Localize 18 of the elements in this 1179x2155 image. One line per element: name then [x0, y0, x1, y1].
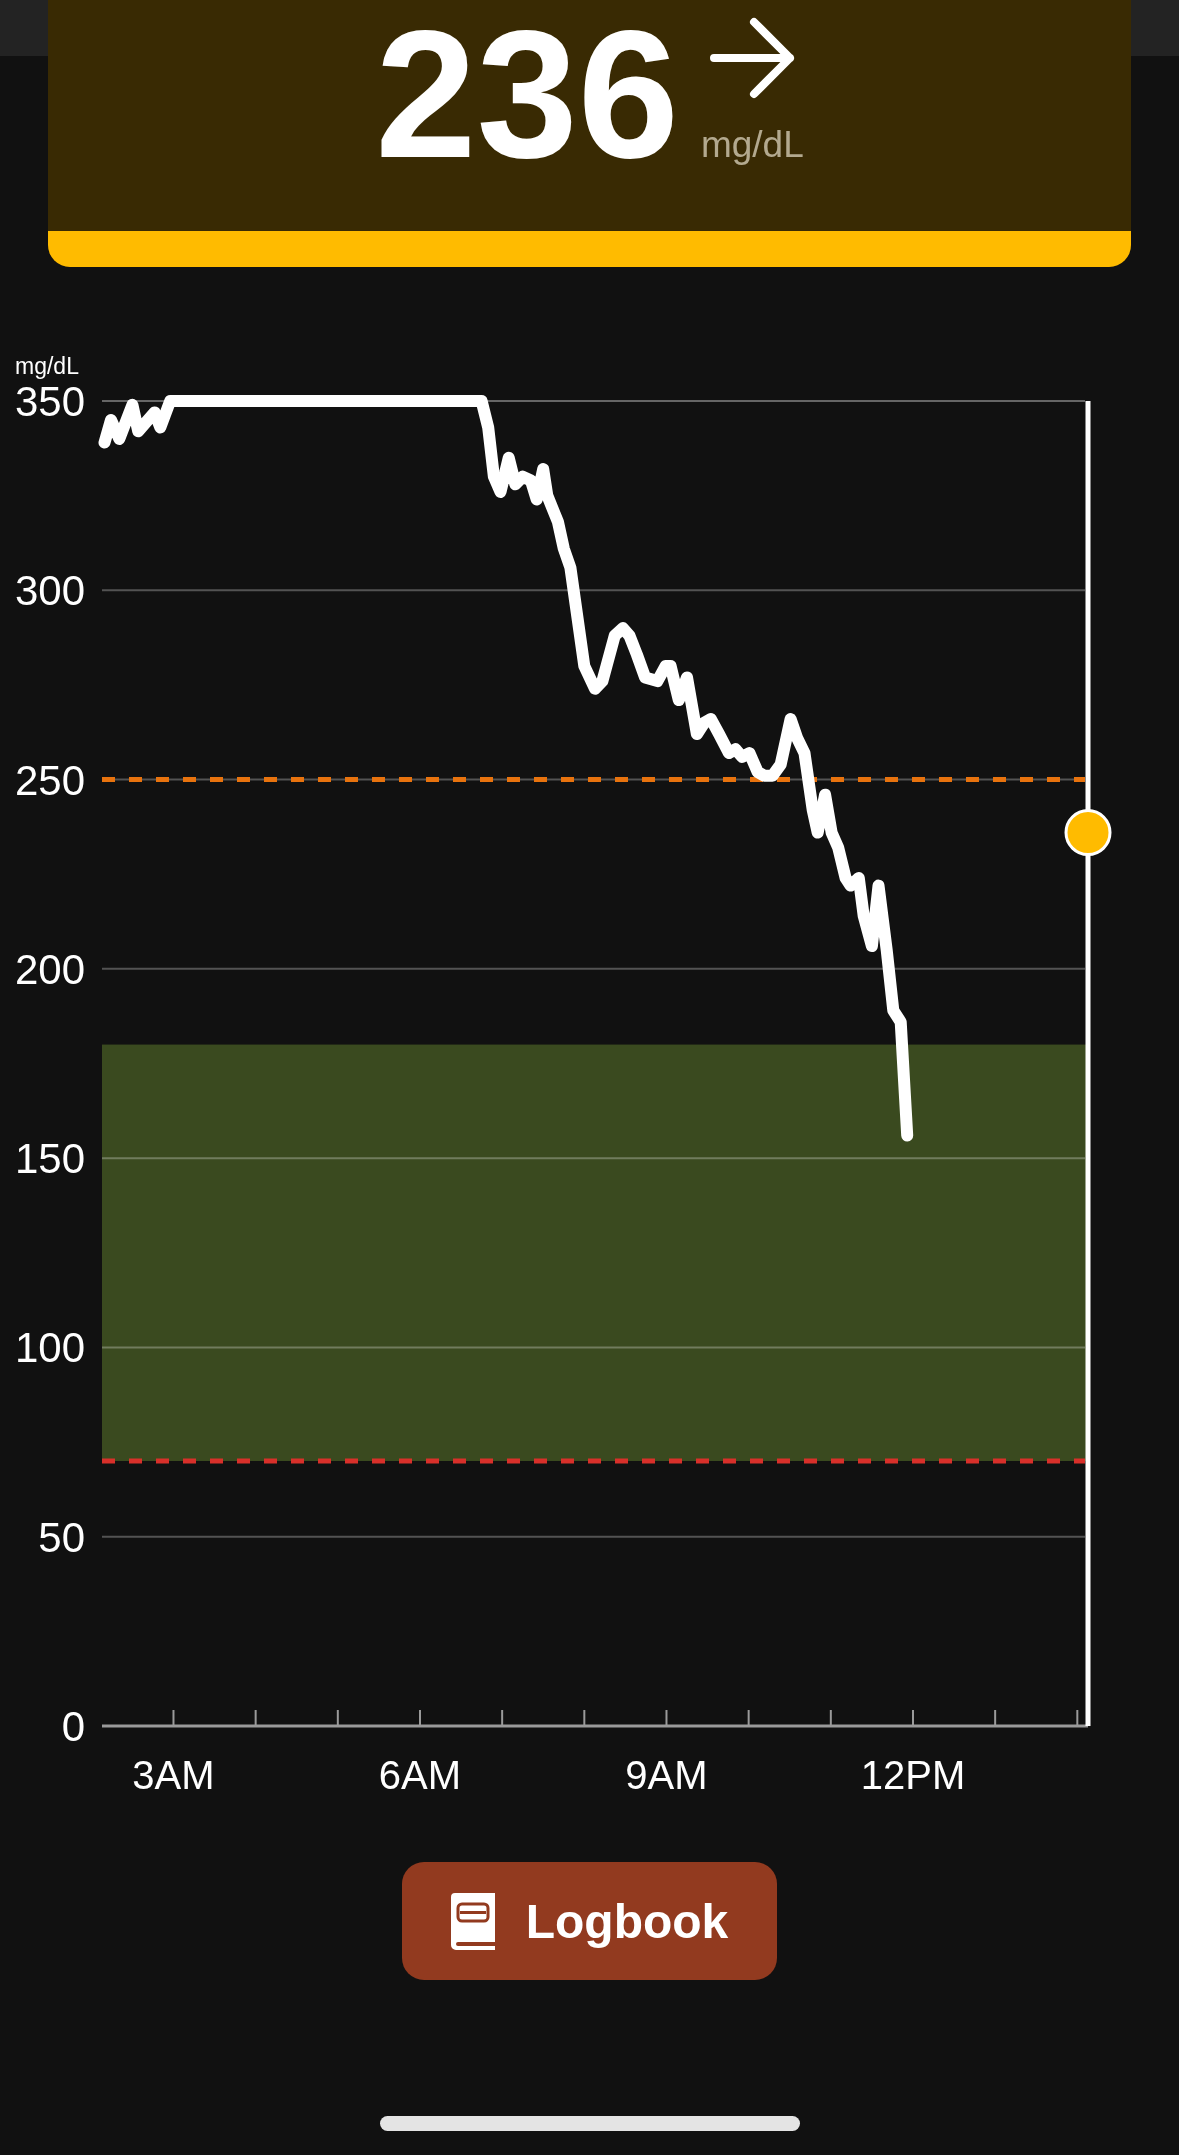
x-axis-label: 6AM [378, 1753, 462, 1797]
y-axis-label: 300 [14, 567, 85, 615]
reading-marker-icon [1064, 809, 1112, 857]
glucose-unit: mg/dL [700, 126, 804, 163]
y-axis-label: 200 [14, 945, 85, 993]
book-icon [450, 1892, 495, 1950]
x-axis-label: 12PM [860, 1753, 966, 1797]
y-axis-label: 150 [14, 1135, 85, 1183]
y-axis-label: 0 [61, 1703, 85, 1750]
y-axis-label: 50 [38, 1513, 85, 1561]
y-axis-label: 250 [14, 756, 85, 804]
x-axis-label: 3AM [132, 1753, 215, 1797]
glucose-value: 236 [375, 3, 679, 185]
logbook-button[interactable]: Logbook [402, 1862, 777, 1980]
y-axis-title: mg/dL [15, 353, 79, 379]
x-axis-label: 9AM [625, 1753, 708, 1797]
y-axis-label: 350 [14, 378, 85, 425]
y-axis-label: 100 [14, 1324, 85, 1372]
